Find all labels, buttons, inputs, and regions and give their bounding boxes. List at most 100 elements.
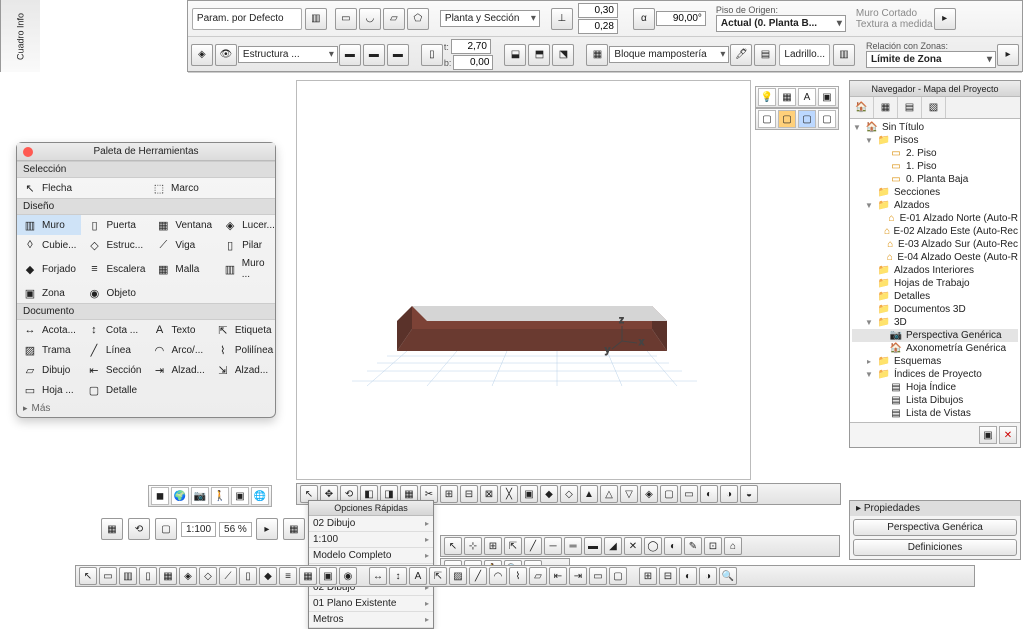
piso-origen-combo[interactable]: Actual (0. Planta B... (716, 15, 846, 32)
tree-e02[interactable]: ⌂E-02 Alzado Este (Auto-Rec (852, 225, 1018, 238)
tool-arco[interactable]: ◠Arco/... (146, 340, 209, 360)
mt-icon[interactable]: ▲ (580, 485, 598, 503)
tool-trama[interactable]: ▨Trama (17, 340, 81, 360)
bt-icon[interactable]: ▢ (609, 567, 627, 585)
status-zoom[interactable]: 56 % (219, 522, 252, 537)
tree-indices[interactable]: ▼📁Índices de Proyecto (852, 368, 1018, 381)
mt-icon[interactable]: ╳ (500, 485, 518, 503)
mini-box-icon[interactable]: ▣ (818, 88, 836, 106)
geometry-curved-icon[interactable]: ◡ (359, 8, 381, 30)
tool-alzado-int[interactable]: ⇲Alzad... (210, 360, 278, 380)
bt-icon[interactable]: ▭ (589, 567, 607, 585)
tool-hoja[interactable]: ▭Hoja ... (17, 380, 81, 400)
tool-linea[interactable]: ╱Línea (81, 340, 147, 360)
bt-icon[interactable]: ↔ (369, 567, 387, 585)
tree-secciones[interactable]: 📁Secciones (852, 186, 1018, 199)
tool-etiqueta[interactable]: ⇱Etiqueta (210, 320, 278, 340)
estructura-combo[interactable]: Estructura ... (238, 46, 338, 63)
bt-icon[interactable]: ↕ (389, 567, 407, 585)
tool-escalera[interactable]: ≡Escalera (81, 255, 150, 283)
3d-walk-icon[interactable]: 🚶 (211, 487, 229, 505)
surface-icon[interactable]: ▤ (754, 44, 776, 66)
mt-icon[interactable]: ◑ (720, 485, 738, 503)
tool-muro-cortina[interactable]: ▥Muro ... (217, 255, 280, 283)
dt-icon[interactable]: ▬ (584, 537, 602, 555)
bt-icon[interactable]: ◐ (679, 567, 697, 585)
floorplan-section-combo[interactable]: Planta y Sección (440, 10, 540, 27)
tool-marco[interactable]: ⬚Marco (146, 178, 275, 198)
tree-hojas[interactable]: 📁Hojas de Trabajo (852, 277, 1018, 290)
bloque-combo[interactable]: Bloque mampostería (609, 46, 729, 63)
tree-p2[interactable]: ▭2. Piso (852, 147, 1018, 160)
qo-row-2[interactable]: 1:100 (309, 532, 433, 548)
tree-lista-v[interactable]: ▤Lista de Vistas (852, 407, 1018, 420)
mt-icon[interactable]: ◇ (560, 485, 578, 503)
nav-tab-2[interactable]: ▦ (874, 97, 898, 118)
tree-p1[interactable]: ▭1. Piso (852, 160, 1018, 173)
dt-icon[interactable]: ═ (564, 537, 582, 555)
ladrillo-label[interactable]: Ladrillo... (779, 44, 830, 66)
3d-cam-icon[interactable]: 📷 (191, 487, 209, 505)
tool-estructura[interactable]: ◇Estruc... (81, 235, 150, 255)
tree-alz-int[interactable]: 📁Alzados Interiores (852, 264, 1018, 277)
properties-header[interactable]: ▸ Propiedades (850, 501, 1020, 516)
properties-persp[interactable]: Perspectiva Genérica (853, 519, 1017, 536)
properties-def[interactable]: Definiciones (853, 539, 1017, 556)
param-default[interactable]: Param. por Defecto (192, 8, 302, 30)
geometry-trap-icon[interactable]: ▱ (383, 8, 405, 30)
tool-muro[interactable]: ▥Muro (17, 215, 81, 235)
mt-icon[interactable]: ⊟ (460, 485, 478, 503)
3d-globe-icon[interactable]: 🌐 (251, 487, 269, 505)
tool-cota[interactable]: ↕Cota ... (81, 320, 147, 340)
expand-r1-icon[interactable]: ▸ (934, 8, 956, 30)
qo-row-6[interactable]: 01 Plano Existente (309, 596, 433, 612)
tool-detalle[interactable]: ▢Detalle (81, 380, 147, 400)
qo-row-3[interactable]: Modelo Completo (309, 548, 433, 564)
profile-3-icon[interactable]: ⬔ (552, 44, 574, 66)
bt-icon[interactable]: ▣ (319, 567, 337, 585)
ref-line-2-icon[interactable]: ▬ (363, 44, 385, 66)
top-val-1[interactable] (578, 3, 618, 18)
top-val-2[interactable] (578, 19, 618, 34)
tree-hoja-idx[interactable]: ▤Hoja Índice (852, 381, 1018, 394)
mt-icon[interactable]: ▣ (520, 485, 538, 503)
3d-cube-icon[interactable]: ◼ (151, 487, 169, 505)
tool-pilar[interactable]: ▯Pilar (217, 235, 280, 255)
ref-line-3-icon[interactable]: ▬ (387, 44, 409, 66)
tool-lucernario[interactable]: ◈Lucer... (217, 215, 280, 235)
bt-icon[interactable]: ⌇ (509, 567, 527, 585)
tool-dibujo[interactable]: ▱Dibujo (17, 360, 81, 380)
tool-cubierta[interactable]: ◊Cubie... (17, 235, 81, 255)
dt-icon[interactable]: ✕ (624, 537, 642, 555)
tool-zona[interactable]: ▣Zona (17, 283, 81, 303)
dt-icon[interactable]: ✎ (684, 537, 702, 555)
tree-3d[interactable]: ▼📁3D (852, 316, 1018, 329)
tool-viga[interactable]: ⟋Viga (150, 235, 217, 255)
tool-puerta[interactable]: ▯Puerta (81, 215, 150, 235)
dt-icon[interactable]: ↖ (444, 537, 462, 555)
bt-icon[interactable]: ⊞ (639, 567, 657, 585)
b-input[interactable] (453, 55, 493, 70)
tree-esquemas[interactable]: ▸📁Esquemas (852, 355, 1018, 368)
mt-icon[interactable]: ⊞ (440, 485, 458, 503)
nav-tab-3[interactable]: ▤ (898, 97, 922, 118)
tree-detalles[interactable]: 📁Detalles (852, 290, 1018, 303)
bt-icon[interactable]: ▭ (99, 567, 117, 585)
tree-alzados[interactable]: ▼📁Alzados (852, 199, 1018, 212)
dt-icon[interactable]: ⊹ (464, 537, 482, 555)
expand-r2-icon[interactable]: ▸ (997, 44, 1019, 66)
dt-icon[interactable]: ⌂ (724, 537, 742, 555)
bt-icon[interactable]: ◇ (199, 567, 217, 585)
tree-doc3d[interactable]: 📁Documentos 3D (852, 303, 1018, 316)
tree-p0[interactable]: ▭0. Planta Baja (852, 173, 1018, 186)
dt-icon[interactable]: ⊞ (484, 537, 502, 555)
bt-icon[interactable]: ◆ (259, 567, 277, 585)
zona-combo[interactable]: Límite de Zona (866, 51, 996, 68)
tool-acotacion[interactable]: ↔Acota... (17, 320, 81, 340)
status-icon[interactable]: ⟲ (128, 518, 150, 540)
status-scale[interactable]: 1:100 (181, 522, 216, 537)
bt-icon[interactable]: ◉ (339, 567, 357, 585)
tool-objeto[interactable]: ◉Objeto (81, 283, 150, 303)
mt-icon[interactable]: ◆ (540, 485, 558, 503)
tool-malla[interactable]: ▦Malla (150, 255, 217, 283)
